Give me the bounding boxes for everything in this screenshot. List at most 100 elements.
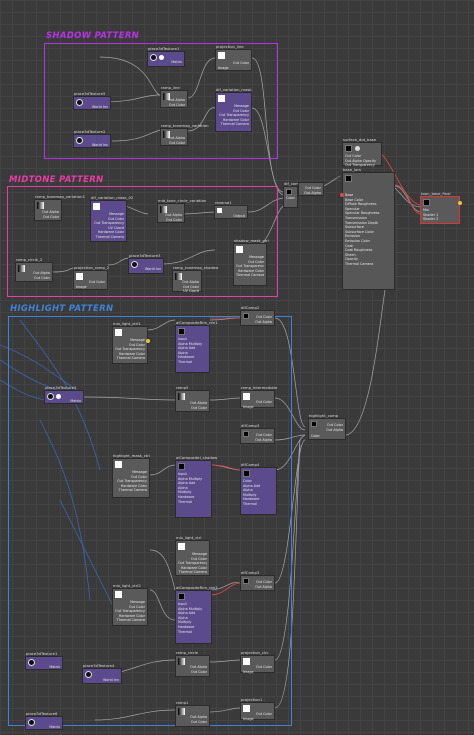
port[interactable]: UV Coord: [175, 289, 199, 294]
node-highlight-mask-ctrl[interactable]: highlight_mask_ctrl Message Out Color Out …: [112, 453, 150, 498]
node-place3d-hl[interactable]: place3dTexture5 Matrix: [44, 385, 84, 404]
mask-swatch-icon: [236, 246, 243, 253]
port[interactable]: Color: [286, 196, 295, 201]
port[interactable]: Out Color: [178, 720, 207, 725]
port[interactable]: Image: [243, 717, 272, 722]
port[interactable]: World Inv: [76, 105, 108, 110]
node-surface-dot-base[interactable]: surface_dot_base Out Color Out Alpha Opac…: [342, 137, 382, 167]
port[interactable]: Out Color: [163, 103, 185, 108]
node-ramp-tonemap-variation[interactable]: ramp_tonemap_variation Out Alpha Out Colo…: [160, 123, 209, 146]
port[interactable]: Out Color: [163, 141, 185, 146]
projection-swatch-icon: [243, 705, 250, 712]
node-projection-line[interactable]: projection_line Out Color Image: [215, 44, 252, 71]
port[interactable]: Image: [76, 285, 105, 290]
port[interactable]: World Inv: [85, 678, 119, 683]
port[interactable]: Thermal Camera: [115, 618, 145, 623]
port[interactable]: Out Color: [253, 433, 272, 438]
port[interactable]: Color: [311, 434, 343, 439]
port[interactable]: Thermal Camera: [115, 356, 145, 361]
port[interactable]: Out Color: [160, 218, 182, 223]
port[interactable]: Image: [243, 405, 272, 410]
node-dif-comp[interactable]: dif_comp Color: [283, 181, 301, 208]
port[interactable]: Thermal Camera: [218, 122, 249, 127]
node-dif-variation-mask-02[interactable]: dif_variation_mask_02 Message Out Color Ou…: [90, 195, 133, 242]
node-projection1[interactable]: projection1 Out Color Image: [240, 697, 275, 722]
node-toon-base[interactable]: toon_base_final Mix Shader 1 Shader 2: [420, 191, 462, 224]
port[interactable]: Out Alpha: [253, 320, 272, 325]
port[interactable]: Image: [243, 670, 272, 675]
node-dif-variation-mask[interactable]: dif_variation_mask Message Out Color Out T…: [215, 87, 252, 132]
node-ramp-intermediate[interactable]: ramp_intermediate Out Color Image: [240, 385, 277, 410]
port[interactable]: Out Color: [253, 580, 272, 585]
node-aicompositor-shadow[interactable]: aiCompositeI_shadow Input Alpha Multiply A…: [175, 455, 217, 518]
comp-swatch-icon: [311, 421, 317, 427]
port[interactable]: Out Alpha: [253, 438, 272, 443]
port[interactable]: Matrix: [28, 725, 60, 730]
port[interactable]: Thermal Camera: [345, 262, 392, 267]
node-dif-comp2[interactable]: difComp2 Out Color Out Alpha: [240, 305, 275, 326]
port[interactable]: Thermal: [178, 630, 209, 635]
node-place3d-hl3[interactable]: place3dTexture4 World Inv: [82, 663, 122, 684]
projection-swatch-icon: [243, 393, 250, 400]
mask-swatch-icon: [178, 543, 185, 550]
node-ramp-circle[interactable]: ramp_circle_2 Out Alpha Out Color: [15, 257, 53, 282]
node-dif-comp5[interactable]: difComp3 Out Color Out Alpha: [240, 570, 275, 591]
node-ramp-tonemap-shadow[interactable]: ramp_tonemap_shadow Out Alpha Out Color UV…: [172, 265, 218, 294]
shadow-pattern-title: SHADOW PATTERN: [46, 31, 140, 41]
port[interactable]: Output: [217, 214, 245, 219]
port[interactable]: Out Color: [301, 186, 321, 191]
port[interactable]: Thermal: [178, 500, 209, 505]
node-ramp-tonemap-variation1[interactable]: ramp_tonemap_variation1 Out Alpha Out Col…: [34, 194, 85, 221]
port[interactable]: World Inv: [131, 267, 161, 272]
port[interactable]: Out Color: [178, 406, 207, 411]
port[interactable]: Out Color: [253, 315, 272, 320]
port[interactable]: Thermal Camera: [93, 235, 124, 240]
node-place3d-mid[interactable]: place3dTexture3 World Inv: [128, 253, 164, 274]
port[interactable]: Out Alpha: [301, 191, 321, 196]
mask-swatch-icon: [115, 329, 122, 336]
node-dif-comp4[interactable]: difComp4 Color Alpha Add Alpha Multiply Hard…: [240, 462, 277, 515]
node-label: projection_circ: [241, 650, 269, 655]
port[interactable]: Thermal Camera: [115, 488, 147, 493]
port[interactable]: Matrix: [47, 399, 81, 404]
node-reverse1[interactable]: reverse1 Output: [214, 200, 248, 219]
node-place3d-sh3[interactable]: place3dTexture2 World Inv: [73, 129, 111, 148]
port[interactable]: World Inv: [76, 143, 108, 148]
port[interactable]: Thermal: [178, 360, 207, 365]
node-ramp-a[interactable]: ramp5 Out Alpha Out Color: [175, 385, 210, 412]
node-aicompositor-rim2[interactable]: aiCompositeRim_rim2 Input Alpha Multiply A…: [175, 585, 218, 644]
node-mid-tone-circle[interactable]: mid_tone_circle_variation Out Alpha Out C…: [157, 198, 206, 223]
node-mix-light-ctrl[interactable]: mix_light_ctrl Message Out Color Out Trans…: [175, 535, 210, 576]
node-highlight-comp[interactable]: highlight_comp Out Color Out Alpha Color: [308, 413, 346, 440]
port[interactable]: Matrix: [150, 60, 182, 65]
port[interactable]: Shader 2: [423, 217, 457, 222]
port[interactable]: Out Alpha: [321, 428, 343, 433]
node-shadow-mask-ctrl[interactable]: shadow_mask_ctrl Message Out Color Out Tra…: [233, 238, 269, 286]
node-label: ramp_line: [161, 85, 180, 90]
port[interactable]: Thermal Camera: [178, 570, 207, 575]
node-graph-editor[interactable]: SHADOW PATTERN MIDTONE PATTERN HIGHLIGHT…: [0, 0, 474, 735]
port[interactable]: Out Color: [18, 276, 50, 281]
node-ramp-circle2[interactable]: ramp_circle Out Alpha Out Color: [175, 650, 210, 677]
node-ramp-line[interactable]: ramp_line Out Alpha Out Color: [160, 85, 188, 108]
node-projection-circ[interactable]: projection_circ Out Color Image: [240, 650, 275, 675]
node-dif-comp3[interactable]: difComp3 Out Color Out Alpha: [240, 423, 275, 444]
node-base-lam[interactable]: base_lam Base Base Color Diffuse Roughne…: [340, 167, 395, 290]
node-mix-light-ctrl2[interactable]: mix_light_ctrl2 Message Out Color Out Tran…: [112, 583, 148, 626]
node-ramp1[interactable]: ramp1 Out Alpha Out Color: [175, 700, 210, 727]
port[interactable]: Matrix: [28, 665, 60, 670]
node-place3d-hl2[interactable]: place3dTexture1 Matrix: [25, 651, 63, 670]
node-place3d-shadow[interactable]: place3dTexture1 Matrix: [147, 46, 185, 67]
port[interactable]: Thermal Camera: [236, 273, 264, 278]
node-aicompositor-rim1[interactable]: aiCompositeRim_rim1 Input Alpha Multiply A…: [175, 320, 218, 373]
node-place3d-sh2[interactable]: place3dTexture5 World Inv: [73, 91, 111, 110]
node-label: aiCompositeI_shadow: [176, 455, 218, 460]
port[interactable]: Thermal: [243, 502, 274, 507]
node-projection-ramp[interactable]: projection_ramp_2 Out Color Image: [73, 265, 109, 290]
port[interactable]: Image: [218, 66, 249, 71]
port[interactable]: Out Alpha: [253, 585, 272, 590]
port[interactable]: Out Color: [37, 215, 59, 220]
port[interactable]: Out Color: [178, 670, 207, 675]
node-mix-light-ctrl1[interactable]: mix_light_ctrl1 Message Out Color Out Tran…: [112, 321, 150, 364]
node-place3d-hl4[interactable]: place3dTexture6 Matrix: [25, 711, 63, 730]
